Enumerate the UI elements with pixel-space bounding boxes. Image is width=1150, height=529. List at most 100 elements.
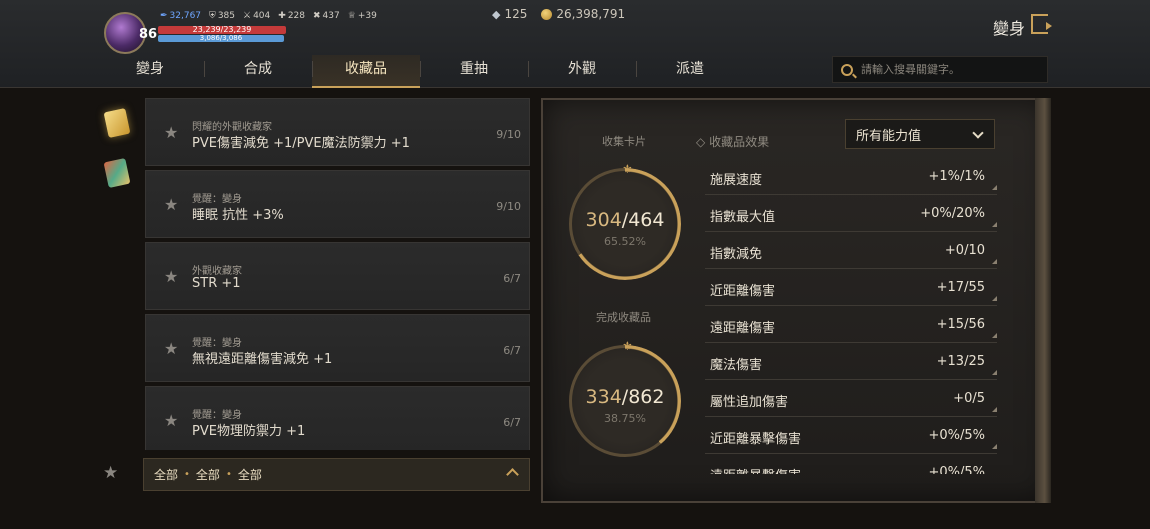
- trophy-icon: ♕: [347, 11, 356, 21]
- corner-triangle-icon: [992, 222, 997, 227]
- item-name: PVE傷害減免 +1/PVE魔法防禦力 +1: [192, 136, 410, 151]
- list-item[interactable]: ★ 閃耀的外觀收藏家 PVE傷害減免 +1/PVE魔法防禦力 +1 9/10: [145, 98, 530, 166]
- stat-trophy-value: +39: [357, 11, 377, 21]
- card-book-icon[interactable]: [103, 107, 131, 139]
- star-icon[interactable]: ★: [164, 123, 178, 142]
- stat-filter-value: 所有能力值: [856, 128, 922, 144]
- stat-power-value: 32,767: [169, 11, 202, 21]
- effect-name: 近距離傷害: [710, 284, 776, 299]
- item-category: 外觀收藏家: [192, 266, 242, 277]
- gold-currency[interactable]: 26,398,791: [541, 7, 625, 21]
- exit-icon[interactable]: [1031, 14, 1052, 34]
- item-name: PVE物理防禦力 +1: [192, 424, 306, 439]
- cards-total: 464: [628, 209, 665, 231]
- item-category: 覺醒：變身: [192, 194, 242, 205]
- tab-transform[interactable]: 變身: [96, 55, 204, 88]
- effect-row: 遠距離暴擊傷害 +0%/5%: [705, 454, 997, 474]
- stat-filter-select[interactable]: 所有能力值: [845, 119, 995, 149]
- stat-attack: ⚔ 404: [243, 11, 270, 21]
- hp-bar: 23,239/23,239: [158, 26, 286, 34]
- effect-value: +0%/20%: [920, 206, 985, 221]
- collection-list: ★ 閃耀的外觀收藏家 PVE傷害減免 +1/PVE魔法防禦力 +1 9/10 ★…: [145, 98, 530, 450]
- complete-percent: 38.75%: [604, 412, 646, 425]
- effect-row: 屬性追加傷害 +0/5: [705, 380, 997, 417]
- effect-name: 魔法傷害: [710, 358, 763, 373]
- effect-value: +0%/5%: [928, 465, 985, 474]
- currency: ◆ 125 26,398,791: [492, 7, 625, 21]
- effect-name: 遠距離傷害: [710, 321, 776, 336]
- effects-list[interactable]: 施展速度 +1%/1% 指數最大值 +0%/20% 指數減免 +0/10 近距離…: [705, 158, 997, 474]
- mp-bar: 3,086/3,086: [158, 35, 284, 42]
- filter-dropdown[interactable]: 全部 • 全部 • 全部: [143, 458, 530, 491]
- effect-value: +1%/1%: [928, 169, 985, 184]
- tab-synthesis[interactable]: 合成: [204, 55, 312, 88]
- effect-name: 近距離暴擊傷害: [710, 432, 802, 447]
- effect-name: 屬性追加傷害: [710, 395, 789, 410]
- complete-current: 334: [585, 386, 622, 408]
- stat-cross-value: 437: [322, 11, 340, 21]
- effect-value: +13/25: [936, 354, 985, 369]
- stat-attack-value: 404: [253, 11, 271, 21]
- complete-label: 完成收藏品: [596, 311, 651, 324]
- gem-count: 125: [504, 7, 528, 21]
- player-level: 86: [139, 27, 158, 42]
- effect-row: 魔法傷害 +13/25: [705, 343, 997, 380]
- list-item[interactable]: ★ 外觀收藏家 STR +1 6/7: [145, 242, 530, 310]
- tab-dispatch[interactable]: 派遣: [636, 55, 744, 88]
- corner-triangle-icon: [992, 333, 997, 338]
- star-icon[interactable]: ★: [164, 267, 178, 286]
- fleur-icon: ⚜: [622, 339, 633, 353]
- effect-name: 指數最大值: [710, 210, 776, 225]
- star-icon[interactable]: ★: [164, 195, 178, 214]
- effects-title-text: 收藏品效果: [709, 135, 770, 149]
- list-item[interactable]: ★ 覺醒：變身 無視遠距離傷害減免 +1 6/7: [145, 314, 530, 382]
- gem-currency[interactable]: ◆ 125: [492, 7, 527, 21]
- diamond-icon: ◇: [696, 135, 706, 149]
- tab-reroll[interactable]: 重抽: [420, 55, 528, 88]
- item-name: 睡眠 抗性 +3%: [192, 208, 284, 223]
- shield-icon: ⛨: [209, 11, 216, 21]
- cards-progress-ring: ⚜ 304/464 65.52%: [569, 162, 681, 280]
- list-item[interactable]: ★ 覺醒：變身 睡眠 抗性 +3% 9/10: [145, 170, 530, 238]
- stat-claw-value: 228: [287, 11, 305, 21]
- search-box[interactable]: [832, 56, 1048, 83]
- claw-icon: ✚: [278, 11, 286, 21]
- top-bar: 86 ✒ 32,767 ⛨ 385 ⚔ 404 ✚ 228 ✖ 437 ♕ +3…: [0, 0, 1150, 88]
- effect-row: 近距離傷害 +17/55: [705, 269, 997, 306]
- filter-separator: •: [184, 469, 190, 480]
- corner-triangle-icon: [992, 185, 997, 190]
- page-title: 變身: [993, 19, 1026, 38]
- cross-swords-icon: ✖: [313, 11, 321, 21]
- list-item[interactable]: ★ 覺醒：變身 PVE物理防禦力 +1 6/7: [145, 386, 530, 450]
- favorite-filter-star-icon[interactable]: ★: [103, 463, 118, 483]
- complete-count: 334/862: [585, 386, 665, 408]
- item-category: 覺醒：變身: [192, 410, 242, 421]
- effect-row: 遠距離傷害 +15/56: [705, 306, 997, 343]
- tab-bar: 變身 合成 收藏品 重抽 外觀 派遣: [96, 55, 744, 88]
- item-category: 閃耀的外觀收藏家: [192, 122, 272, 133]
- complete-progress-ring: ⚜ 334/862 38.75%: [569, 339, 681, 457]
- effect-row: 指數最大值 +0%/20%: [705, 195, 997, 232]
- search-icon[interactable]: [841, 63, 853, 76]
- search-input[interactable]: [861, 63, 1041, 76]
- chevron-down-icon: [972, 127, 984, 139]
- tab-collection[interactable]: 收藏品: [312, 55, 420, 88]
- cards-percent: 65.52%: [604, 235, 646, 248]
- cards-count: 304/464: [585, 209, 665, 231]
- tab-appearance[interactable]: 外觀: [528, 55, 636, 88]
- gem-icon: ◆: [492, 7, 501, 21]
- effect-name: 指數減免: [710, 247, 763, 262]
- effect-value: +15/56: [936, 317, 985, 332]
- item-name: 無視遠距離傷害減免 +1: [192, 352, 333, 367]
- effect-value: +17/55: [936, 280, 985, 295]
- star-icon[interactable]: ★: [164, 411, 178, 430]
- item-progress: 6/7: [503, 416, 521, 429]
- effects-title: ◇ 收藏品效果: [696, 133, 769, 150]
- effect-value: +0/5: [953, 391, 985, 406]
- corner-triangle-icon: [992, 259, 997, 264]
- stat-defense-value: 385: [217, 11, 235, 21]
- cards-current: 304: [585, 209, 622, 231]
- star-icon[interactable]: ★: [164, 339, 178, 358]
- collection-book-icon[interactable]: [103, 157, 131, 189]
- effect-value: +0/10: [944, 243, 985, 258]
